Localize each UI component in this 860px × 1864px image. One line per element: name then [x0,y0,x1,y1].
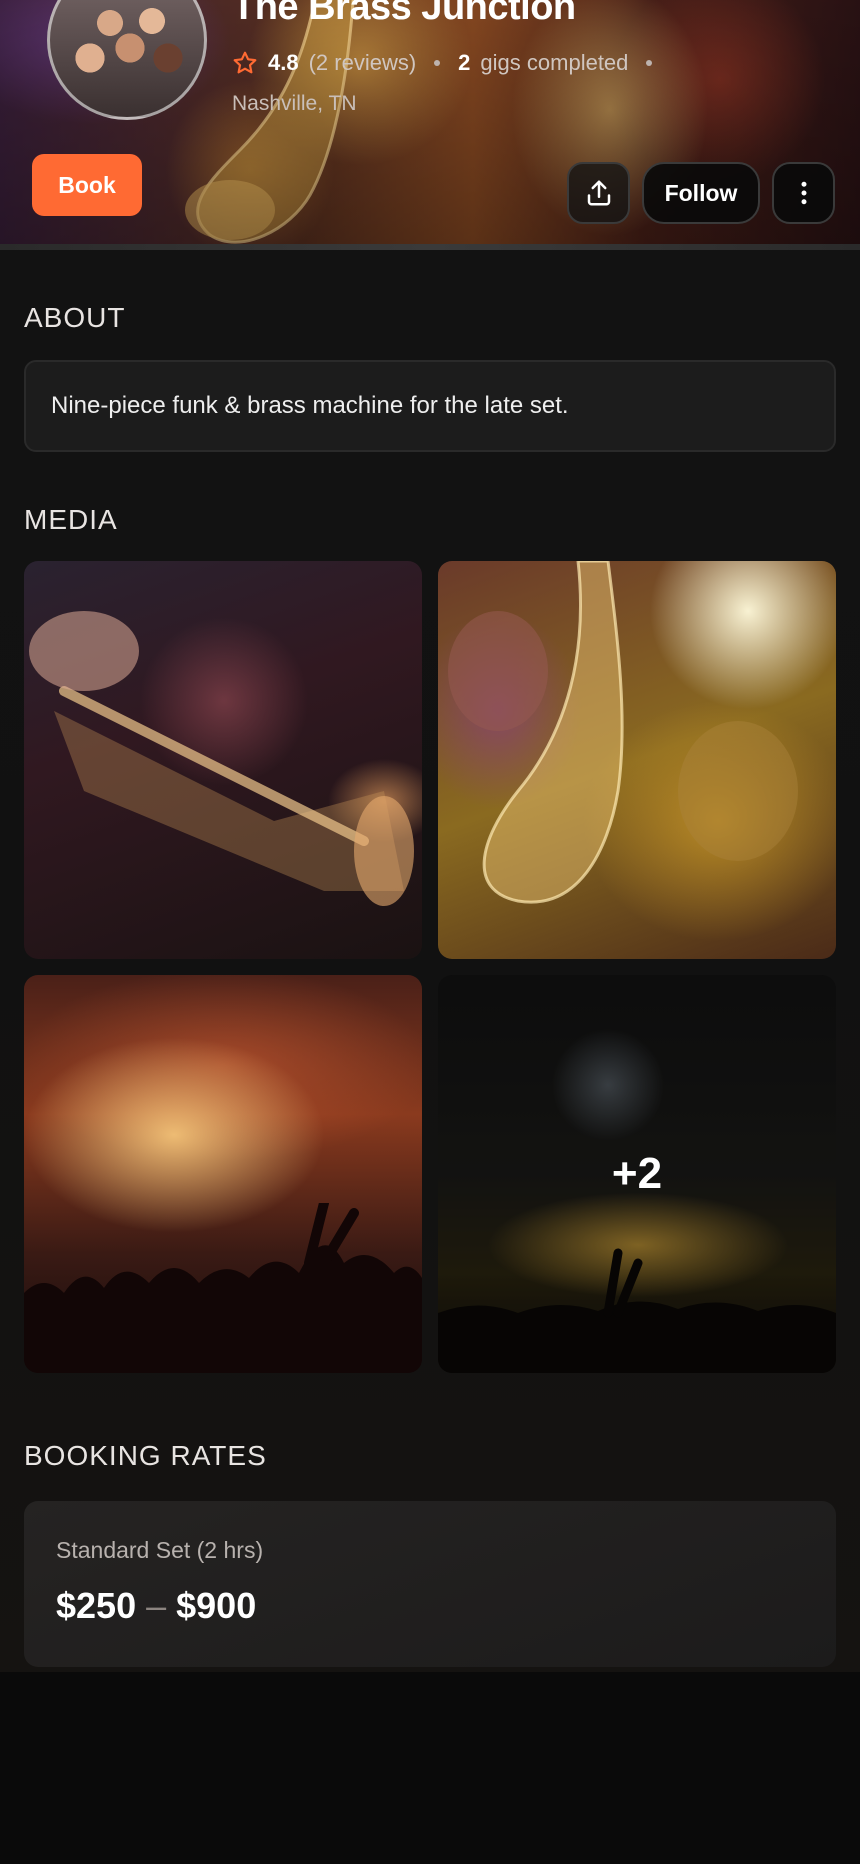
share-icon [587,180,610,206]
about-card: Nine-piece funk & brass machine for the … [24,360,836,452]
rating-value: 4.8 [268,50,299,75]
book-button[interactable]: Book [32,154,142,216]
crowd-silhouette-image [24,1203,422,1373]
more-media-overlay: +2 [438,975,836,1373]
profile-header: The Brass Junction 4.8 (2 reviews) 2 gig… [0,0,860,250]
saxophone-image [448,561,798,904]
page-bottom-area [0,1672,860,1864]
booking-rates-heading: BOOKING RATES [24,1440,267,1471]
media-thumbnail-saxophone[interactable] [438,561,836,959]
separator-dot [646,60,653,66]
rate-separator: – [146,1585,167,1626]
rate-max: $900 [176,1585,257,1626]
rate-name: Standard Set (2 hrs) [56,1537,264,1563]
follow-button[interactable]: Follow [642,162,760,224]
booking-rate-card[interactable]: Standard Set (2 hrs) $250– $900 [24,1501,836,1667]
rate-price-range: $250– $900 [56,1585,256,1627]
artist-stats: 4.8 (2 reviews) 2 gigs completed [232,50,670,76]
more-media-count: +2 [611,1149,663,1198]
profile-content: ABOUT Nine-piece funk & brass machine fo… [0,250,860,1672]
about-heading: ABOUT [24,302,126,333]
artist-location: Nashville, TN [232,92,357,115]
artist-name: The Brass Junction [232,0,576,28]
more-options-button[interactable] [772,162,835,224]
separator-dot [434,60,441,66]
rate-min: $250 [56,1585,137,1626]
media-thumbnail-concert-crowd[interactable] [24,975,422,1373]
star-icon [233,51,257,74]
media-thumbnail-trumpet[interactable] [24,561,422,959]
trumpet-image [29,611,414,906]
gigs-count: 2 [458,50,471,75]
gigs-label: gigs completed [480,50,629,75]
share-button[interactable] [567,162,630,224]
reviews-link[interactable]: (2 reviews) [309,50,417,76]
media-thumbnail-more[interactable]: +2 [438,975,836,1373]
about-text: Nine-piece funk & brass machine for the … [51,392,569,419]
media-heading: MEDIA [24,504,118,535]
more-vertical-icon [801,181,806,205]
